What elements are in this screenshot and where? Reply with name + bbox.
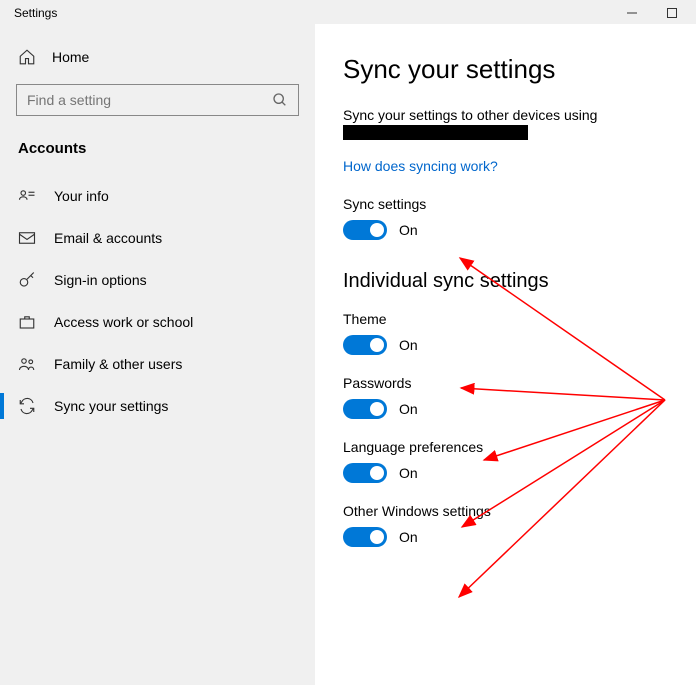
- passwords-label: Passwords: [343, 375, 672, 391]
- toggle-state-text: On: [399, 529, 418, 545]
- search-input-container[interactable]: [16, 84, 299, 116]
- search-icon: [272, 92, 288, 108]
- sidebar: Home Accounts Your info Email & accounts…: [0, 24, 315, 685]
- toggle-state-text: On: [399, 337, 418, 353]
- briefcase-icon: [18, 313, 36, 331]
- sync-icon: [18, 397, 36, 415]
- home-icon: [18, 48, 36, 66]
- sidebar-item-family[interactable]: Family & other users: [0, 343, 315, 385]
- toggle-state-text: On: [399, 222, 418, 238]
- toggle-state-text: On: [399, 401, 418, 417]
- sidebar-item-label: Access work or school: [54, 314, 193, 330]
- home-label: Home: [52, 49, 89, 65]
- maximize-icon[interactable]: [666, 7, 678, 19]
- description-text: Sync your settings to other devices usin…: [343, 107, 672, 123]
- person-card-icon: [18, 187, 36, 205]
- title-bar: Settings: [0, 0, 696, 24]
- redacted-account: [343, 125, 528, 140]
- content-pane: Sync your settings Sync your settings to…: [315, 24, 696, 685]
- passwords-toggle[interactable]: [343, 399, 387, 419]
- sync-settings-label: Sync settings: [343, 196, 672, 212]
- mail-icon: [18, 229, 36, 247]
- sidebar-item-label: Sync your settings: [54, 398, 168, 414]
- sidebar-item-label: Email & accounts: [54, 230, 162, 246]
- home-nav[interactable]: Home: [0, 40, 315, 84]
- language-preferences-label: Language preferences: [343, 439, 672, 455]
- key-icon: [18, 271, 36, 289]
- individual-sync-heading: Individual sync settings: [343, 270, 672, 293]
- sidebar-heading: Accounts: [0, 134, 315, 175]
- other-windows-settings-label: Other Windows settings: [343, 503, 672, 519]
- sidebar-item-label: Family & other users: [54, 356, 182, 372]
- sidebar-item-email-accounts[interactable]: Email & accounts: [0, 217, 315, 259]
- page-title: Sync your settings: [343, 54, 672, 85]
- sidebar-item-your-info[interactable]: Your info: [0, 175, 315, 217]
- window-title: Settings: [14, 6, 57, 20]
- minimize-icon[interactable]: [626, 7, 638, 19]
- sidebar-item-access-work[interactable]: Access work or school: [0, 301, 315, 343]
- search-input[interactable]: [27, 92, 272, 108]
- people-icon: [18, 355, 36, 373]
- sidebar-item-label: Sign-in options: [54, 272, 147, 288]
- theme-toggle[interactable]: [343, 335, 387, 355]
- sidebar-item-sync-settings[interactable]: Sync your settings: [0, 385, 315, 427]
- language-preferences-toggle[interactable]: [343, 463, 387, 483]
- window-controls: [626, 7, 686, 19]
- theme-label: Theme: [343, 311, 672, 327]
- sidebar-item-signin-options[interactable]: Sign-in options: [0, 259, 315, 301]
- sync-settings-toggle[interactable]: [343, 220, 387, 240]
- toggle-state-text: On: [399, 465, 418, 481]
- sidebar-item-label: Your info: [54, 188, 109, 204]
- how-syncing-works-link[interactable]: How does syncing work?: [343, 158, 672, 174]
- other-windows-settings-toggle[interactable]: [343, 527, 387, 547]
